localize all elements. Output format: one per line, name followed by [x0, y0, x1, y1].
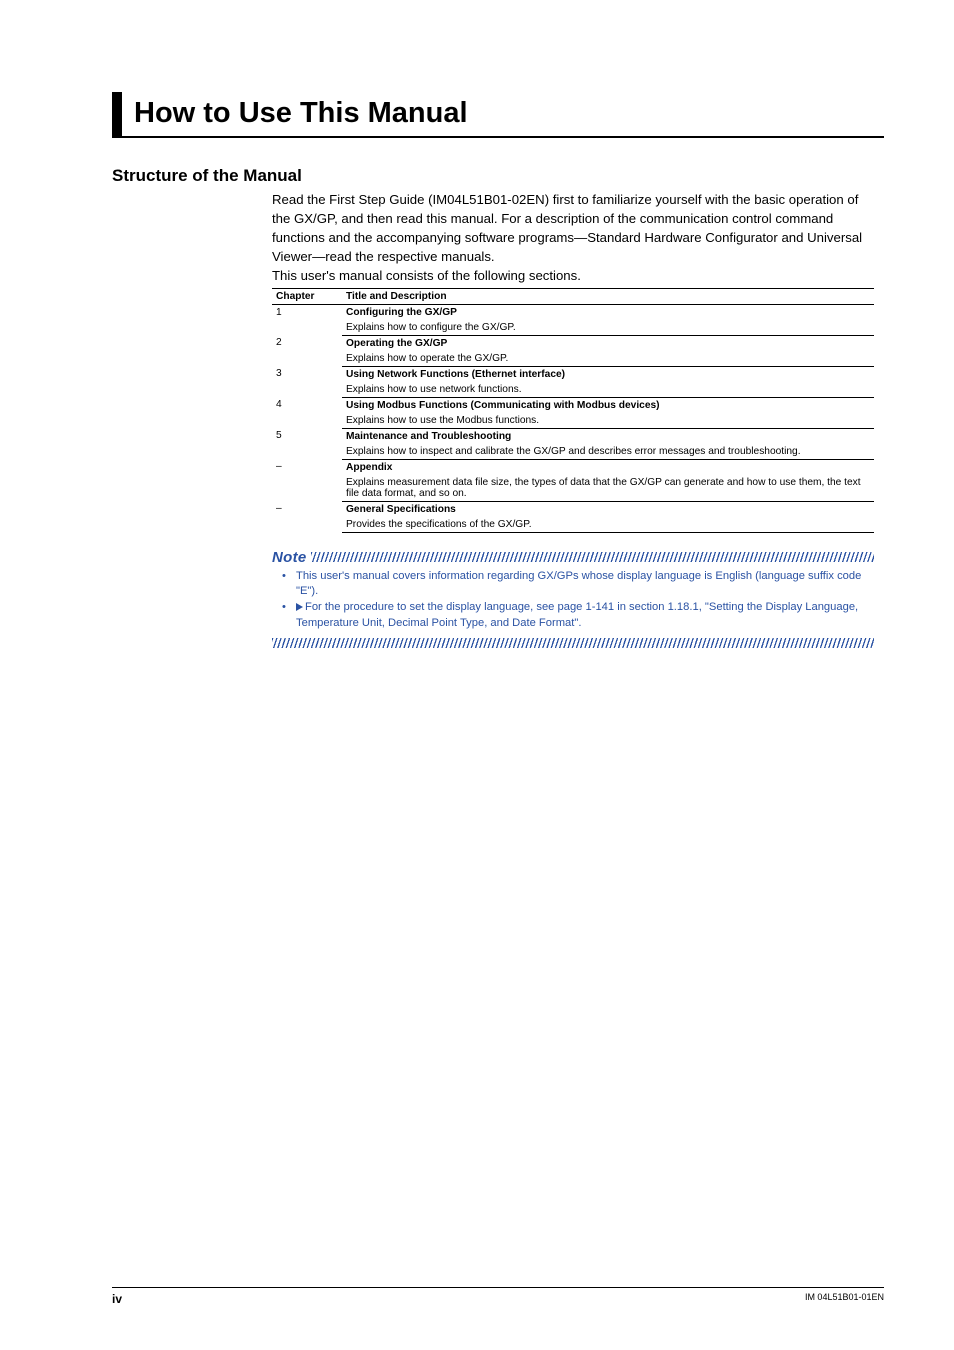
- hatch-pattern-icon: [311, 552, 874, 562]
- note-text: This user's manual covers information re…: [296, 569, 874, 600]
- note-item: • For the procedure to set the display l…: [282, 600, 874, 631]
- footer: iv IM 04L51B01-01EN: [112, 1287, 884, 1306]
- page-title: How to Use This Manual: [134, 92, 468, 137]
- chapter-number: 4: [272, 397, 342, 428]
- chapter-desc: Explains how to use network functions.: [342, 382, 874, 398]
- bullet-icon: •: [282, 569, 296, 600]
- chapters-table: Chapter Title and Description 1 Configur…: [272, 288, 874, 533]
- chapter-title: Configuring the GX/GP: [342, 304, 874, 320]
- table-row: 1 Configuring the GX/GP: [272, 304, 874, 320]
- table-row: 3 Using Network Functions (Ethernet inte…: [272, 366, 874, 382]
- table-row: 4 Using Modbus Functions (Communicating …: [272, 397, 874, 413]
- bullet-icon: •: [282, 600, 296, 631]
- chapter-number: –: [272, 501, 342, 532]
- table-header-chapter: Chapter: [272, 288, 342, 304]
- chapter-desc: Explains how to use the Modbus functions…: [342, 413, 874, 429]
- table-row: Explains how to use network functions.: [272, 382, 874, 398]
- table-row: Explains how to configure the GX/GP.: [272, 320, 874, 336]
- chapter-desc: Explains measurement data file size, the…: [342, 475, 874, 502]
- note-header: Note: [272, 549, 874, 566]
- chapter-number: 1: [272, 304, 342, 335]
- table-row: Provides the specifications of the GX/GP…: [272, 517, 874, 533]
- table-row: – General Specifications: [272, 501, 874, 517]
- table-row: 2 Operating the GX/GP: [272, 335, 874, 351]
- table-row: Explains how to use the Modbus functions…: [272, 413, 874, 429]
- chapter-number: 2: [272, 335, 342, 366]
- chapter-title: General Specifications: [342, 501, 874, 517]
- table-row: Explains how to operate the GX/GP.: [272, 351, 874, 367]
- body-content: Read the First Step Guide (IM04L51B01-02…: [272, 190, 874, 648]
- chapter-number: 5: [272, 428, 342, 459]
- note-text: For the procedure to set the display lan…: [296, 600, 874, 631]
- table-header-title: Title and Description: [342, 288, 874, 304]
- chapter-number: 3: [272, 366, 342, 397]
- chapter-title: Operating the GX/GP: [342, 335, 874, 351]
- intro-paragraph: Read the First Step Guide (IM04L51B01-02…: [272, 190, 874, 267]
- chapter-desc: Explains how to inspect and calibrate th…: [342, 444, 874, 460]
- doc-id: IM 04L51B01-01EN: [805, 1292, 884, 1306]
- note-label: Note: [272, 549, 311, 566]
- chapter-number: –: [272, 459, 342, 501]
- chapter-title: Using Network Functions (Ethernet interf…: [342, 366, 874, 382]
- note-list: • This user's manual covers information …: [272, 566, 874, 635]
- chapter-title: Appendix: [342, 459, 874, 475]
- page: How to Use This Manual Structure of the …: [0, 0, 954, 1350]
- page-number: iv: [112, 1292, 122, 1306]
- chapter-desc: Provides the specifications of the GX/GP…: [342, 517, 874, 533]
- hatch-pattern-icon: [272, 638, 874, 648]
- note-block: Note • This user's manual covers informa…: [272, 549, 874, 649]
- table-row: Explains how to inspect and calibrate th…: [272, 444, 874, 460]
- table-row: Explains measurement data file size, the…: [272, 475, 874, 502]
- chapter-desc: Explains how to configure the GX/GP.: [342, 320, 874, 336]
- chapter-title: Using Modbus Functions (Communicating wi…: [342, 397, 874, 413]
- table-row: – Appendix: [272, 459, 874, 475]
- triangle-icon: [296, 603, 303, 611]
- note-item: • This user's manual covers information …: [282, 569, 874, 600]
- intro-paragraph-2: This user's manual consists of the follo…: [272, 266, 874, 285]
- title-block: How to Use This Manual: [112, 92, 884, 137]
- chapter-title: Maintenance and Troubleshooting: [342, 428, 874, 444]
- chapter-desc: Explains how to operate the GX/GP.: [342, 351, 874, 367]
- section-heading: Structure of the Manual: [112, 166, 884, 186]
- table-row: 5 Maintenance and Troubleshooting: [272, 428, 874, 444]
- title-accent-bar: [112, 92, 122, 137]
